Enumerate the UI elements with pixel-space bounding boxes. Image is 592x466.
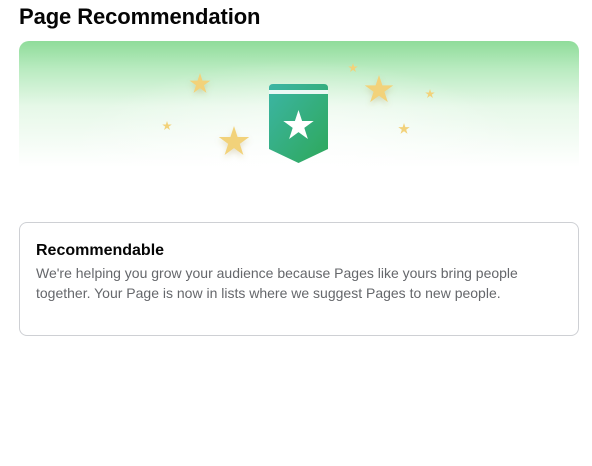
star-icon xyxy=(348,63,358,73)
star-icon xyxy=(398,123,410,134)
banner-illustration xyxy=(162,63,435,163)
star-icon xyxy=(364,75,394,103)
page-recommendation-screen: Page Recommendation Recommendable We're … xyxy=(0,0,592,466)
star-icon xyxy=(425,89,435,99)
recommendation-status-card: Recommendable We're helping you grow you… xyxy=(19,222,579,336)
star-icon xyxy=(162,121,172,131)
star-icon xyxy=(218,126,250,155)
recommendation-badge-icon xyxy=(269,84,328,163)
status-description: We're helping you grow your audience bec… xyxy=(36,265,518,301)
star-icon xyxy=(189,73,211,93)
page-title: Page Recommendation xyxy=(19,4,261,29)
recommendation-banner xyxy=(19,41,579,167)
status-title: Recommendable xyxy=(36,242,165,259)
